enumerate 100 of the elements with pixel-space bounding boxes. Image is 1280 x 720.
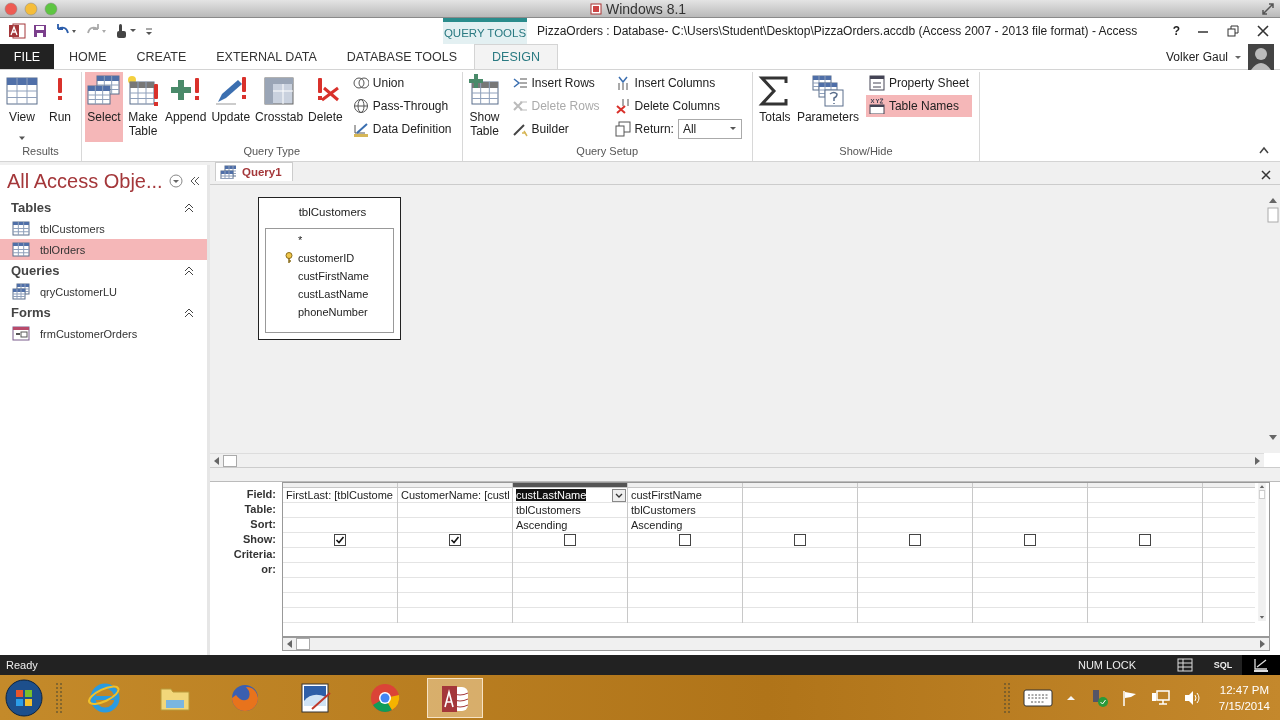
field-cell[interactable]: custFirstName [631, 489, 702, 501]
collapse-ribbon-icon[interactable] [1258, 145, 1270, 155]
checkbox[interactable] [794, 534, 806, 546]
field-name[interactable]: customerID [298, 252, 355, 264]
checkbox[interactable] [1139, 534, 1151, 546]
ribbon-button[interactable]: Crosstab [253, 72, 306, 142]
horizontal-scrollbar[interactable] [282, 637, 1270, 651]
group-label: Query Type [242, 144, 302, 159]
ribbon-tab[interactable]: DATABASE TOOLS [331, 44, 474, 69]
ribbon-button[interactable]: View [3, 72, 41, 142]
nav-item[interactable]: tblCustomers [0, 218, 207, 239]
ribbon-tab[interactable]: CREATE [121, 44, 202, 69]
network-icon[interactable] [1150, 688, 1171, 707]
collapse-icon[interactable] [183, 264, 195, 277]
touch-mode-icon[interactable] [114, 22, 138, 40]
checkbox[interactable] [334, 534, 346, 546]
table-cell[interactable]: Ascending [631, 519, 683, 531]
checkbox[interactable] [564, 534, 576, 546]
ribbon-button[interactable]: Data Definition [349, 118, 455, 140]
ribbon-button[interactable]: Property Sheet [865, 72, 972, 94]
nav-item[interactable]: qryCustomerLU [0, 281, 207, 302]
field-cell[interactable]: CustomerName: [custl [401, 489, 510, 501]
collapse-icon[interactable] [183, 201, 195, 214]
parameters-icon [810, 74, 845, 108]
close-icon[interactable] [1256, 24, 1270, 38]
table-cell[interactable]: Ascending [516, 519, 568, 531]
ribbon-button[interactable]: Make Table [124, 72, 162, 142]
field-name[interactable]: custLastName [298, 288, 369, 300]
field-list-title: tblCustomers [297, 206, 368, 220]
field-cell[interactable]: custLastName [516, 489, 587, 501]
checkbox[interactable] [1024, 534, 1036, 546]
field-cell[interactable]: FirstLast: [tblCustome [286, 489, 393, 501]
ribbon-button[interactable]: Delete [306, 72, 345, 142]
ribbon-button[interactable]: Append [163, 72, 209, 142]
ribbon-button[interactable]: Totals [755, 72, 794, 142]
ribbon-tab[interactable]: FILE [0, 44, 54, 69]
field-name[interactable]: phoneNumber [298, 306, 368, 318]
column-selector[interactable] [513, 483, 627, 488]
group-label: Results [21, 144, 60, 159]
ribbon-button[interactable]: Insert Columns [611, 72, 745, 94]
save-icon[interactable] [32, 23, 48, 39]
fullscreen-icon[interactable] [1260, 0, 1276, 17]
update-icon [213, 74, 248, 108]
field-name[interactable]: custFirstName [298, 270, 369, 282]
ribbon-button[interactable]: Insert Rows [508, 72, 603, 94]
checkbox[interactable] [449, 534, 461, 546]
table-icon [12, 220, 30, 237]
show-table-icon [467, 74, 502, 108]
ribbon-button[interactable]: Delete Columns [611, 95, 745, 117]
delete-columns-icon [614, 98, 631, 114]
table-cell[interactable]: tblCustomers [516, 504, 581, 516]
nav-item[interactable]: tblOrders [0, 239, 207, 260]
ribbon-button[interactable]: Select [85, 72, 123, 142]
ribbon-button[interactable]: Builder [508, 118, 603, 140]
ribbon-button[interactable]: Pass-Through [349, 95, 455, 117]
ribbon-button[interactable]: Union [349, 72, 455, 94]
vertical-scrollbar[interactable] [1255, 483, 1269, 621]
nav-section-header[interactable]: Queries [0, 260, 207, 281]
ribbon-button[interactable]: Parameters [794, 72, 861, 142]
user-name[interactable]: Volker Gaul [1165, 49, 1228, 64]
ribbon-button[interactable]: Run [42, 72, 78, 142]
table-icon [12, 241, 30, 258]
insert-rows-icon [511, 75, 528, 91]
table-names-icon [868, 98, 885, 114]
table-cell[interactable]: tblCustomers [631, 504, 696, 516]
ribbon-button[interactable]: Table Names [865, 95, 972, 117]
ribbon-tab[interactable]: HOME [54, 44, 122, 69]
group-label: Query Setup [575, 144, 640, 159]
shutter-bar-icon[interactable] [188, 175, 201, 187]
delete-rows-icon [511, 98, 528, 114]
return-dropdown[interactable]: All [677, 119, 742, 139]
nav-section-header[interactable]: Forms [0, 302, 207, 323]
ribbon-tab[interactable]: DESIGN [474, 44, 558, 69]
nav-section-label: Tables [11, 200, 52, 215]
dropdown-icon[interactable] [612, 488, 626, 502]
keyboard-icon[interactable] [1022, 687, 1053, 708]
dropdown-icon[interactable] [168, 174, 183, 188]
ribbon-tab[interactable]: EXTERNAL DATA [201, 44, 332, 69]
field-name[interactable]: * [298, 234, 303, 246]
query-icon [220, 165, 236, 179]
ribbon-button[interactable]: Update [209, 72, 253, 142]
design-view-button[interactable] [1242, 655, 1280, 675]
taskbar-app[interactable] [427, 677, 483, 718]
help-button[interactable]: ? [1172, 24, 1180, 38]
clock-date: 7/15/2014 [1218, 698, 1270, 714]
context-tab-label: QUERY TOOLS [443, 18, 527, 44]
sql-view-button[interactable]: SQL [1204, 655, 1242, 675]
ribbon-button[interactable]: Show Table [465, 72, 504, 142]
window-icon [590, 3, 602, 15]
navigation-pane-title[interactable]: All Access Obje... [7, 169, 163, 193]
restore-icon[interactable] [1226, 24, 1240, 38]
globe-icon [352, 98, 369, 114]
checkbox[interactable] [909, 534, 921, 546]
start-button[interactable] [3, 677, 45, 718]
nav-item[interactable]: frmCustomerOrders [0, 323, 207, 344]
collapse-icon[interactable] [183, 306, 195, 319]
document-tab[interactable]: Query1 [215, 162, 293, 181]
nav-section-header[interactable]: Tables [0, 197, 207, 218]
checkbox[interactable] [679, 534, 691, 546]
close-icon[interactable] [1260, 169, 1272, 181]
